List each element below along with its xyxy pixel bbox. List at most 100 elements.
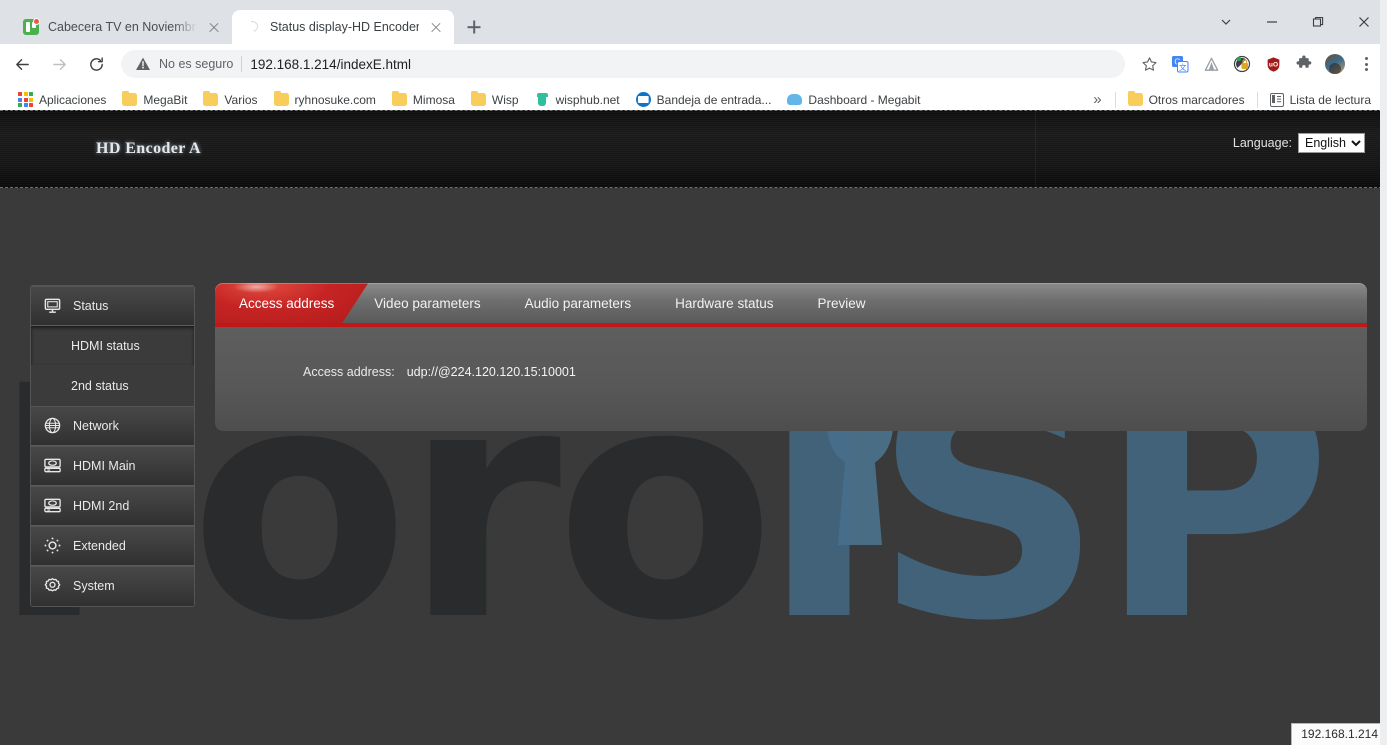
not-secure-warning-icon [135,56,151,72]
bookmark-label: Wisp [492,93,519,107]
sidebar-item-network[interactable]: Network [31,406,194,446]
chrome-menu-kebab-icon[interactable] [1353,51,1379,77]
reading-list-icon [1270,93,1284,107]
security-status-label: No es seguro [159,57,233,71]
folder-icon [203,93,218,106]
folder-icon [122,93,137,106]
tab-hardware-status[interactable]: Hardware status [653,283,795,323]
browser-tab-trello[interactable]: Cabecera TV en Noviembre | Trel [10,10,232,44]
close-icon[interactable] [428,19,444,35]
gear-icon [43,577,62,596]
bookmark-label: Lista de lectura [1290,93,1371,107]
tab-title: Cabecera TV en Noviembre | Trel [48,19,197,35]
sidebar-item-hdmi-main[interactable]: HDMI Main [31,446,194,486]
omnibox-divider [241,56,242,72]
access-address-panel: Access address: udp://@224.120.120.15:10… [215,327,1367,431]
profile-avatar[interactable] [1322,51,1348,77]
bookmark-star-icon[interactable] [1136,51,1162,77]
main-content-panel: Access address Video parameters Audio pa… [215,283,1367,431]
forward-arrow-icon[interactable] [44,49,74,79]
bookmark-item-wisphub[interactable]: wisphub.net [527,89,628,110]
app-sidebar: Status HDMI status 2nd status Network [30,285,195,607]
new-tab-button[interactable] [460,13,488,41]
content-tabbar: Access address Video parameters Audio pa… [215,283,1367,323]
bookmark-item-ryhnosuke[interactable]: ryhnosuke.com [266,90,384,110]
apps-grid-icon [18,92,33,107]
tab-audio-parameters[interactable]: Audio parameters [503,283,654,323]
tab-label: Access address [239,296,334,311]
globe-icon [43,416,62,435]
sidebar-item-2nd-status[interactable]: 2nd status [31,366,194,406]
cloud-icon [787,94,802,105]
tab-label: Audio parameters [525,296,632,311]
svg-text:uO: uO [1268,61,1277,68]
ublock-origin-icon[interactable]: uO [1260,51,1286,77]
status-bar-tooltip: 192.168.1.214 [1291,723,1387,745]
bookmark-label: wisphub.net [556,93,620,107]
folder-icon [1128,93,1143,106]
folder-icon [392,93,407,106]
bookmark-item-bandeja-entrada[interactable]: Bandeja de entrada... [628,89,780,110]
folder-icon [471,93,486,106]
tab-strip: Cabecera TV en Noviembre | Trel Status d… [0,0,1387,44]
lastpass-icon[interactable] [1229,51,1255,77]
sidebar-item-label: Extended [73,539,126,553]
bookmark-item-megabit[interactable]: MegaBit [114,90,195,110]
bookmark-label: ryhnosuke.com [295,93,376,107]
tab-access-address[interactable]: Access address [215,283,368,323]
tab-preview[interactable]: Preview [795,283,887,323]
tab-video-parameters[interactable]: Video parameters [352,283,502,323]
sidebar-item-label: HDMI 2nd [73,499,129,513]
url-text[interactable]: 192.168.1.214/indexE.html [250,57,411,72]
bookmark-item-apps[interactable]: Aplicaciones [10,89,114,110]
bookmark-item-wisp[interactable]: Wisp [463,90,527,110]
chrome-browser-window: Cabecera TV en Noviembre | Trel Status d… [0,0,1387,745]
encoder-icon [43,496,62,515]
reload-icon[interactable] [81,49,111,79]
brave-icon[interactable] [1198,51,1224,77]
close-icon[interactable] [206,19,222,35]
bookmarks-overflow-button[interactable]: » [1084,92,1110,107]
bookmark-label: Otros marcadores [1149,93,1245,107]
access-address-row: Access address: udp://@224.120.120.15:10… [215,327,1367,379]
sidebar-item-extended[interactable]: Extended [31,526,194,566]
notification-badge-icon [33,18,40,25]
minimize-icon[interactable] [1249,6,1295,38]
back-arrow-icon[interactable] [7,49,37,79]
folder-icon [274,93,289,106]
sidebar-item-status[interactable]: Status [31,286,194,326]
web-page-viewport: Foro ISP HD Encoder A Language: English [0,110,1387,745]
bookmark-item-mimosa[interactable]: Mimosa [384,90,463,110]
bookmark-label: Aplicaciones [39,93,106,107]
chevron-down-icon[interactable] [1203,6,1249,38]
tab-label: Video parameters [374,296,480,311]
maximize-icon[interactable] [1295,6,1341,38]
bookmark-item-otros-marcadores[interactable]: Otros marcadores [1120,90,1253,110]
bookmark-item-lista-de-lectura[interactable]: Lista de lectura [1262,90,1379,110]
sidebar-item-hdmi-status[interactable]: HDMI status [31,326,194,366]
sidebar-item-system[interactable]: System [31,566,194,606]
bookmark-item-dashboard-megabit[interactable]: Dashboard - Megabit [779,90,928,110]
language-label: Language: [1233,136,1292,150]
browser-tab-status-display[interactable]: Status display-HD Encoder [232,10,454,44]
google-translate-icon[interactable]: G 文 [1167,51,1193,77]
bookmark-label: Dashboard - Megabit [808,93,920,107]
address-bar[interactable]: No es seguro 192.168.1.214/indexE.html [121,50,1125,78]
mail-icon [636,92,651,107]
extensions-puzzle-icon[interactable] [1291,51,1317,77]
svg-text:文: 文 [1179,62,1187,72]
bookmark-item-varios[interactable]: Varios [195,90,265,110]
sun-icon [43,536,62,555]
bookmark-label: Bandeja de entrada... [657,93,772,107]
browser-toolbar: No es seguro 192.168.1.214/indexE.html G… [0,44,1387,84]
sidebar-item-label: Network [73,419,119,433]
window-right-gutter [1380,0,1387,745]
sidebar-item-label: Status [73,299,108,313]
sidebar-item-label: System [73,579,115,593]
language-select[interactable]: English [1298,133,1365,153]
access-address-value: udp://@224.120.120.15:10001 [407,365,576,379]
tab-label: Hardware status [675,296,773,311]
bookmark-label: Varios [224,93,257,107]
sidebar-item-hdmi-2nd[interactable]: HDMI 2nd [31,486,194,526]
language-selector[interactable]: Language: English [1233,133,1365,153]
